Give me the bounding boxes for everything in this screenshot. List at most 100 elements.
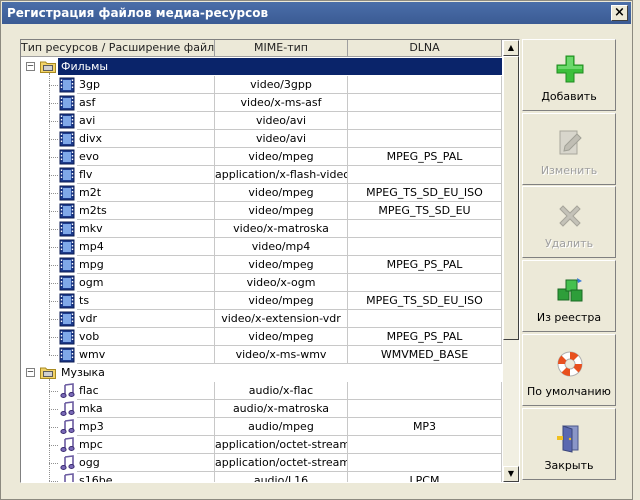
tree-connector: [49, 355, 58, 356]
list-item[interactable]: ogg application/octet-stream: [21, 454, 502, 472]
close-button[interactable]: Закрыть: [522, 408, 616, 480]
dlna-cell: [348, 76, 502, 94]
scroll-up-button[interactable]: ▲: [503, 40, 519, 56]
extension-cell: wmv: [77, 346, 215, 364]
add-button[interactable]: Добавить: [522, 39, 616, 111]
list-item[interactable]: mp4 video/mp4: [21, 238, 502, 256]
list-item[interactable]: mpg video/mpeg MPEG_PS_PAL: [21, 256, 502, 274]
default-button[interactable]: По умолчанию: [522, 334, 616, 406]
group-row[interactable]: – Музыка: [21, 364, 502, 382]
mime-cell: application/octet-stream: [215, 436, 348, 454]
mime-cell: application/x-flash-video: [215, 166, 348, 184]
mime-cell: video/x-ms-wmv: [215, 346, 348, 364]
mime-cell: video/avi: [215, 112, 348, 130]
close-button-label: Закрыть: [544, 459, 594, 472]
tree-connector: [49, 391, 58, 392]
list-item[interactable]: mkv video/x-matroska: [21, 220, 502, 238]
list-item[interactable]: asf video/x-ms-asf: [21, 94, 502, 112]
dlna-cell: MPEG_TS_SD_EU_ISO: [348, 292, 502, 310]
dlna-cell: MPEG_PS_PAL: [348, 328, 502, 346]
dlna-cell: [348, 382, 502, 400]
film-file-icon: [59, 329, 75, 345]
list-item[interactable]: vob video/mpeg MPEG_PS_PAL: [21, 328, 502, 346]
list-item[interactable]: mpc application/octet-stream: [21, 436, 502, 454]
film-folder-icon: [40, 61, 56, 73]
extension-cell: m2ts: [77, 202, 215, 220]
list-item[interactable]: vdr video/x-extension-vdr: [21, 310, 502, 328]
extension-cell: vob: [77, 328, 215, 346]
dlna-cell: [348, 112, 502, 130]
music-note-icon: [59, 383, 75, 399]
action-sidebar: Добавить Изменить Удалить Из реестра По …: [522, 39, 616, 483]
film-file-icon: [59, 311, 75, 327]
tree-connector: [49, 139, 58, 140]
scroll-down-button[interactable]: ▼: [503, 466, 519, 482]
list-item[interactable]: s16be audio/L16 LPCM: [21, 472, 502, 482]
film-file-icon: [59, 203, 75, 219]
window-title: Регистрация файлов медиа-ресурсов: [7, 6, 269, 20]
list-item[interactable]: avi video/avi: [21, 112, 502, 130]
group-row[interactable]: – Фильмы: [21, 58, 502, 76]
column-header-dlna[interactable]: DLNA: [348, 40, 502, 57]
list-item[interactable]: 3gp video/3gpp: [21, 76, 502, 94]
edit-button[interactable]: Изменить: [522, 113, 616, 185]
media-types-tree-grid: Тип ресурсов / Расширение файла MIME-тип…: [20, 39, 520, 483]
list-item[interactable]: evo video/mpeg MPEG_PS_PAL: [21, 148, 502, 166]
list-item[interactable]: m2ts video/mpeg MPEG_TS_SD_EU: [21, 202, 502, 220]
list-item[interactable]: divx video/avi: [21, 130, 502, 148]
extension-cell: m2t: [77, 184, 215, 202]
list-item[interactable]: ogm video/x-ogm: [21, 274, 502, 292]
extension-cell: evo: [77, 148, 215, 166]
film-file-icon: [59, 293, 75, 309]
music-note-icon: [59, 401, 75, 417]
collapse-toggle-icon[interactable]: –: [26, 62, 35, 71]
close-window-button[interactable]: ×: [611, 5, 628, 21]
mime-cell: audio/mpeg: [215, 418, 348, 436]
dlna-cell: MPEG_PS_PAL: [348, 148, 502, 166]
mime-cell: video/mpeg: [215, 184, 348, 202]
extension-cell: flac: [77, 382, 215, 400]
dlna-cell: [348, 238, 502, 256]
group-label: Фильмы: [59, 59, 111, 74]
extension-cell: 3gp: [77, 76, 215, 94]
mime-cell: audio/x-flac: [215, 382, 348, 400]
extension-cell: vdr: [77, 310, 215, 328]
mime-cell: video/3gpp: [215, 76, 348, 94]
column-header-type[interactable]: Тип ресурсов / Расширение файла: [21, 40, 215, 57]
list-item[interactable]: m2t video/mpeg MPEG_TS_SD_EU_ISO: [21, 184, 502, 202]
delete-button-label: Удалить: [544, 237, 594, 250]
list-item[interactable]: wmv video/x-ms-wmv WMVMED_BASE: [21, 346, 502, 364]
extension-cell: mpg: [77, 256, 215, 274]
list-item[interactable]: mka audio/x-matroska: [21, 400, 502, 418]
extension-cell: mp3: [77, 418, 215, 436]
grid-header: Тип ресурсов / Расширение файла MIME-тип…: [21, 40, 502, 57]
tree-connector: [49, 379, 50, 481]
exit-door-icon: [557, 425, 579, 453]
tree-connector: [49, 229, 58, 230]
mime-cell: application/octet-stream: [215, 454, 348, 472]
mime-cell: audio/x-matroska: [215, 400, 348, 418]
list-item[interactable]: flac audio/x-flac: [21, 382, 502, 400]
extension-cell: s16be: [77, 472, 215, 482]
dlna-cell: [348, 220, 502, 238]
list-item[interactable]: flv application/x-flash-video: [21, 166, 502, 184]
column-header-mime[interactable]: MIME-тип: [215, 40, 348, 57]
dlna-cell: [348, 454, 502, 472]
film-file-icon: [59, 257, 75, 273]
from-registry-button[interactable]: Из реестра: [522, 260, 616, 332]
mime-cell: video/x-ms-asf: [215, 94, 348, 112]
music-note-icon: [59, 473, 75, 482]
mime-cell: video/mpeg: [215, 202, 348, 220]
tree-connector: [49, 445, 58, 446]
tree-connector: [49, 337, 58, 338]
mime-cell: video/mpeg: [215, 148, 348, 166]
dlna-cell: LPCM: [348, 472, 502, 482]
collapse-toggle-icon[interactable]: –: [26, 368, 35, 377]
delete-button[interactable]: Удалить: [522, 186, 616, 258]
list-item[interactable]: mp3 audio/mpeg MP3: [21, 418, 502, 436]
list-item[interactable]: ts video/mpeg MPEG_TS_SD_EU_ISO: [21, 292, 502, 310]
scroll-thumb[interactable]: [503, 56, 519, 340]
vertical-scrollbar[interactable]: ▲ ▼: [503, 40, 519, 482]
dlna-cell: [348, 94, 502, 112]
dlna-cell: [348, 274, 502, 292]
